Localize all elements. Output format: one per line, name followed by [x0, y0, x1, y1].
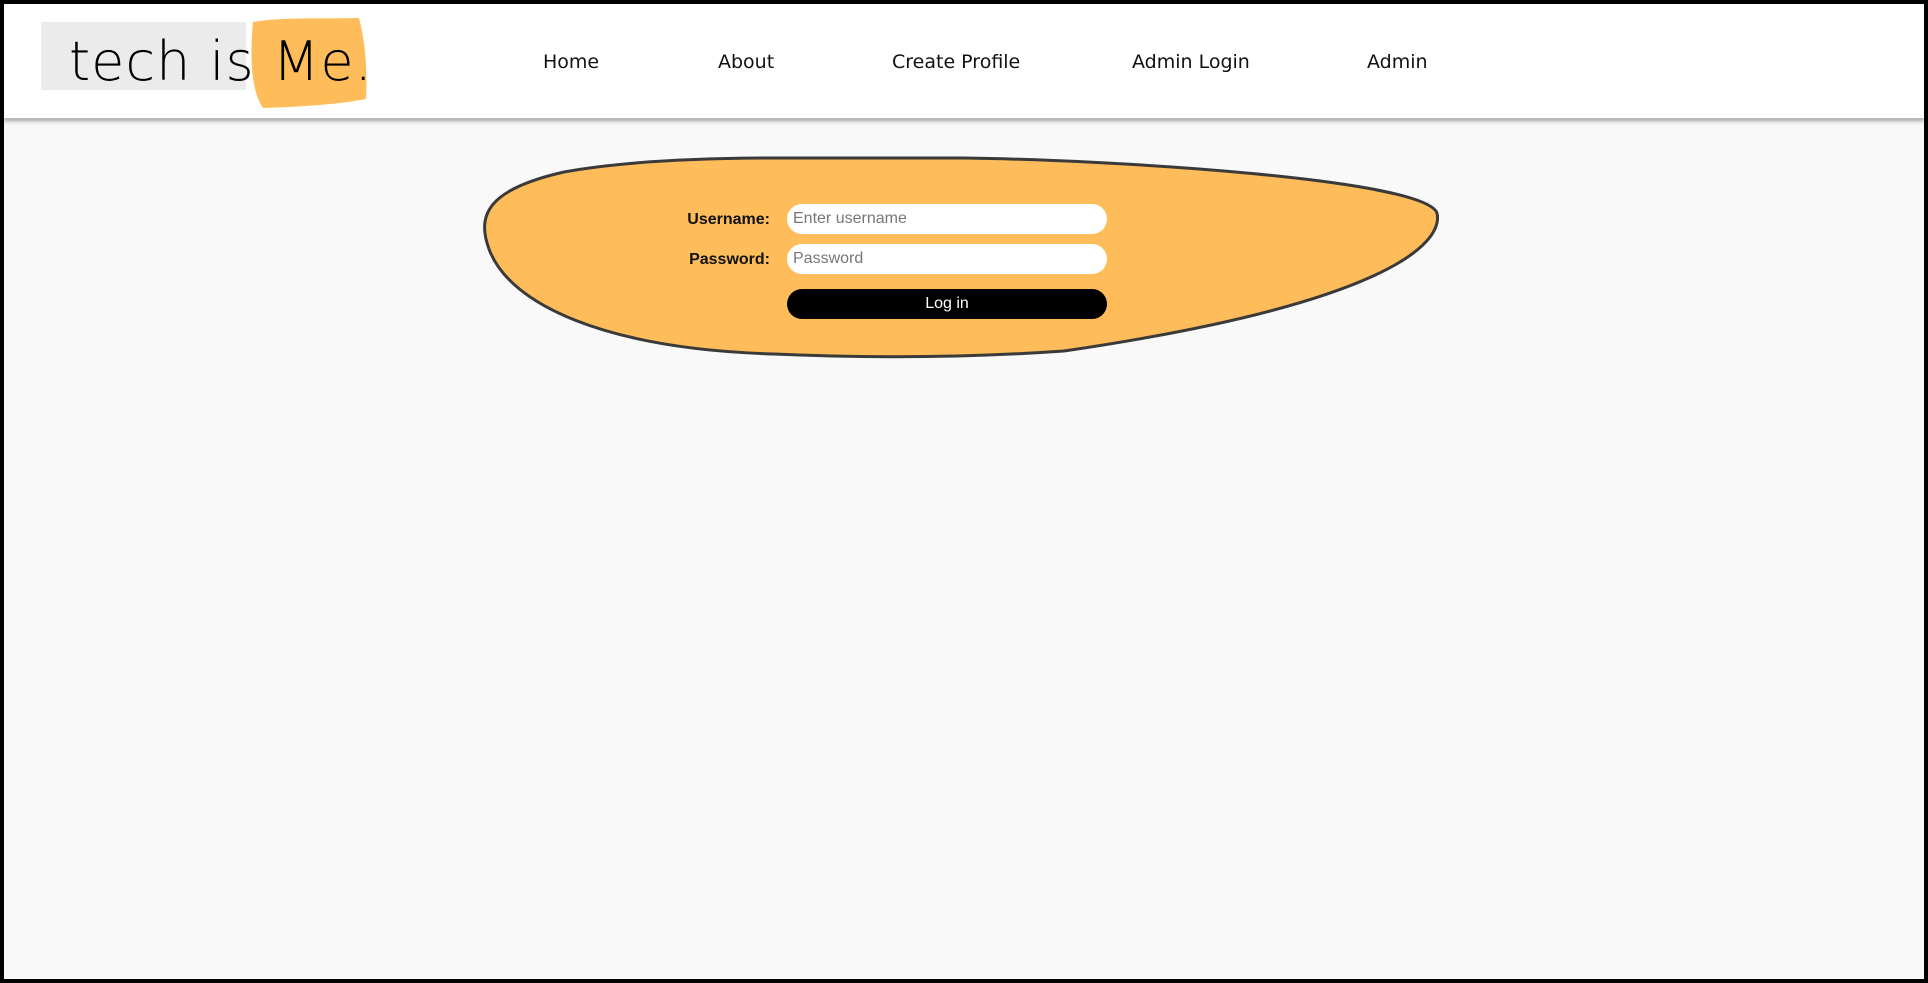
password-label: Password:: [689, 251, 770, 268]
browser-viewport: tech is Me. Home About Create Profile Ad…: [4, 4, 1924, 979]
login-button[interactable]: Log in: [787, 289, 1107, 319]
password-input[interactable]: [787, 244, 1107, 274]
username-label: Username:: [687, 211, 770, 228]
username-input[interactable]: [787, 204, 1107, 234]
